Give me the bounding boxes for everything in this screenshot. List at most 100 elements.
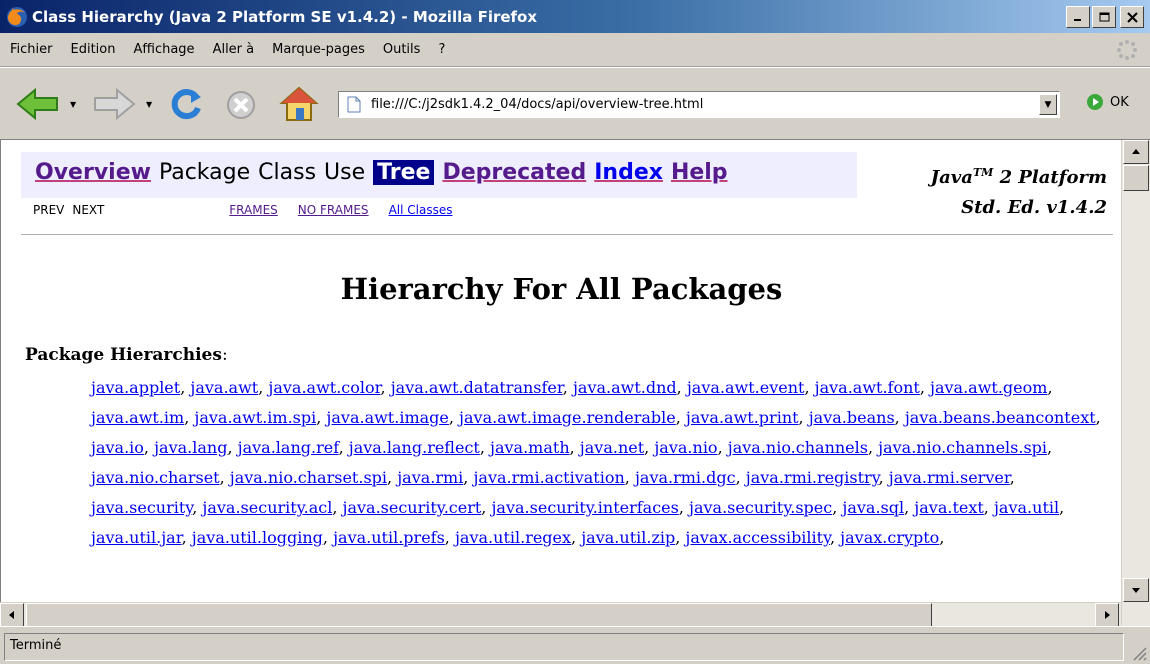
menu-marque-pages[interactable]: Marque-pages — [272, 42, 365, 57]
package-separator: , — [180, 378, 191, 397]
package-link[interactable]: java.util — [994, 498, 1059, 517]
package-link[interactable]: java.util.prefs — [333, 528, 445, 547]
vertical-scrollbar[interactable] — [1121, 140, 1150, 626]
horizontal-scroll-thumb[interactable] — [26, 603, 932, 627]
package-link[interactable]: java.rmi.activation — [473, 468, 624, 487]
address-bar[interactable]: file:///C:/j2sdk1.4.2_04/docs/api/overvi… — [338, 91, 1060, 118]
package-link[interactable]: java.awt.im — [91, 408, 184, 427]
home-button[interactable] — [278, 84, 320, 124]
package-link[interactable]: java.math — [490, 438, 570, 457]
package-link[interactable]: javax.crypto — [840, 528, 939, 547]
scroll-up-button[interactable] — [1123, 140, 1149, 164]
package-separator: , — [1095, 408, 1101, 427]
resize-grip-icon[interactable] — [1128, 642, 1148, 662]
nav-overview-link[interactable]: Overview — [35, 160, 151, 185]
package-link[interactable]: java.lang.ref — [238, 438, 339, 457]
nav-help-link[interactable]: Help — [671, 160, 728, 185]
close-icon — [1126, 11, 1138, 23]
package-link[interactable]: java.nio.charset.spi — [230, 468, 387, 487]
package-link[interactable]: java.nio.channels — [728, 438, 868, 457]
package-separator: , — [571, 528, 582, 547]
menu-edition[interactable]: Edition — [71, 42, 116, 57]
package-link[interactable]: java.rmi — [397, 468, 463, 487]
platform-name: 2 Platform — [993, 167, 1107, 188]
package-link[interactable]: java.awt.image — [326, 408, 448, 427]
scroll-left-button[interactable] — [0, 603, 24, 627]
package-link[interactable]: java.awt.geom — [930, 378, 1047, 397]
horizontal-scrollbar[interactable] — [0, 602, 1121, 627]
scroll-right-button[interactable] — [1095, 603, 1119, 627]
nav-deprecated-link[interactable]: Deprecated — [442, 160, 586, 185]
go-button[interactable]: OK — [1086, 93, 1129, 111]
scroll-down-button[interactable] — [1123, 578, 1149, 602]
menu-help[interactable]: ? — [438, 42, 445, 57]
package-link[interactable]: java.lang — [154, 438, 227, 457]
reload-button[interactable] — [166, 84, 206, 124]
no-frames-link[interactable]: NO FRAMES — [298, 203, 369, 217]
package-separator: , — [675, 528, 686, 547]
back-dropdown[interactable]: ▼ — [70, 100, 76, 109]
package-link[interactable]: java.security — [91, 498, 192, 517]
package-separator: , — [904, 498, 915, 517]
frames-link[interactable]: FRAMES — [229, 203, 278, 217]
package-link[interactable]: java.awt.print — [686, 408, 799, 427]
package-link[interactable]: java.security.cert — [342, 498, 481, 517]
package-link[interactable]: java.awt.font — [815, 378, 920, 397]
package-link[interactable]: java.util.jar — [91, 528, 182, 547]
url-text[interactable]: file:///C:/j2sdk1.4.2_04/docs/api/overvi… — [371, 97, 703, 112]
menu-aller-a[interactable]: Aller à — [213, 42, 255, 57]
package-link[interactable]: java.util.logging — [192, 528, 323, 547]
package-link[interactable]: java.sql — [842, 498, 904, 517]
package-link[interactable]: java.awt.dnd — [573, 378, 677, 397]
package-link[interactable]: java.util.zip — [581, 528, 675, 547]
package-link[interactable]: java.nio.charset — [91, 468, 220, 487]
forward-dropdown[interactable]: ▼ — [146, 100, 152, 109]
maximize-icon — [1099, 12, 1109, 21]
nav-index-link[interactable]: Index — [594, 160, 663, 185]
package-link[interactable]: java.rmi.registry — [746, 468, 879, 487]
back-button[interactable] — [14, 86, 62, 122]
package-link[interactable]: java.io — [91, 438, 144, 457]
package-link[interactable]: java.beans — [809, 408, 895, 427]
package-link[interactable]: java.awt.color — [268, 378, 380, 397]
package-separator: , — [798, 408, 809, 427]
stop-button[interactable] — [224, 88, 258, 122]
package-link[interactable]: java.awt.event — [687, 378, 805, 397]
package-link[interactable]: java.awt.im.spi — [194, 408, 316, 427]
package-separator: , — [804, 378, 815, 397]
package-link[interactable]: java.rmi.server — [889, 468, 1010, 487]
url-dropdown-button[interactable]: ▼ — [1039, 94, 1057, 115]
prev-label: PREV — [33, 203, 65, 217]
package-link[interactable]: java.net — [580, 438, 644, 457]
package-link[interactable]: java.applet — [91, 378, 180, 397]
package-link[interactable]: java.util.regex — [455, 528, 571, 547]
package-link[interactable]: java.lang.reflect — [349, 438, 480, 457]
package-separator: , — [830, 528, 841, 547]
menu-bar: Fichier Edition Affichage Aller à Marque… — [0, 33, 1150, 67]
menu-affichage[interactable]: Affichage — [133, 42, 194, 57]
package-link[interactable]: java.text — [914, 498, 984, 517]
package-separator: , — [735, 468, 746, 487]
vertical-scroll-thumb[interactable] — [1123, 165, 1149, 191]
package-link[interactable]: java.security.spec — [689, 498, 832, 517]
package-link[interactable]: java.security.acl — [202, 498, 332, 517]
minimize-button[interactable] — [1066, 6, 1090, 28]
menu-fichier[interactable]: Fichier — [10, 42, 53, 57]
all-classes-link[interactable]: All Classes — [389, 203, 453, 217]
arrow-up-icon — [1132, 149, 1140, 154]
package-link[interactable]: java.nio — [654, 438, 717, 457]
close-button[interactable] — [1120, 6, 1144, 28]
window-titlebar[interactable]: Class Hierarchy (Java 2 Platform SE v1.4… — [0, 0, 1150, 33]
menu-outils[interactable]: Outils — [383, 42, 421, 57]
package-link[interactable]: java.nio.channels.spi — [878, 438, 1047, 457]
package-link[interactable]: java.beans.beancontext — [905, 408, 1096, 427]
package-link[interactable]: java.security.interfaces — [491, 498, 678, 517]
package-link[interactable]: java.awt.image.renderable — [459, 408, 676, 427]
package-link[interactable]: java.awt.datatransfer — [391, 378, 563, 397]
package-link[interactable]: javax.accessibility — [685, 528, 830, 547]
package-link[interactable]: java.rmi.dgc — [635, 468, 736, 487]
maximize-button[interactable] — [1092, 6, 1116, 28]
package-separator: , — [624, 468, 635, 487]
package-link[interactable]: java.awt — [190, 378, 258, 397]
forward-button[interactable] — [90, 86, 138, 122]
